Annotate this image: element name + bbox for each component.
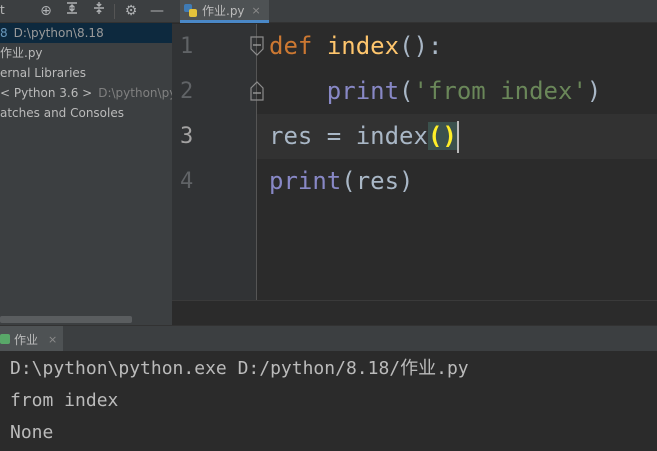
console-line: None bbox=[10, 422, 54, 443]
project-toolbar: t ⊕ ⚙ — bbox=[0, 0, 172, 23]
crosshair-icon[interactable]: ⊕ bbox=[37, 1, 55, 21]
run-console[interactable]: D:\python\python.exe D:/python/8.18/作业.p… bbox=[0, 351, 657, 451]
tree-item-label: ernal Libraries bbox=[0, 66, 87, 80]
line-number-current: 3 bbox=[180, 124, 194, 149]
code-editor[interactable]: 1 2 3 4 def index(): print('from index')… bbox=[172, 24, 657, 300]
editor-tab-label: 作业.py bbox=[202, 3, 245, 18]
run-tab-label: 作业 bbox=[14, 332, 39, 347]
code-line[interactable]: def index(): bbox=[269, 24, 442, 69]
fold-end-icon[interactable] bbox=[248, 81, 266, 101]
minimize-icon[interactable]: — bbox=[148, 1, 166, 21]
gear-icon[interactable]: ⚙ bbox=[122, 1, 140, 21]
code-token: (): bbox=[399, 32, 443, 60]
line-number: 4 bbox=[180, 169, 194, 194]
line-number: 2 bbox=[180, 79, 194, 104]
close-icon[interactable]: × bbox=[252, 4, 261, 17]
code-line[interactable]: print('from index') bbox=[269, 69, 602, 114]
collapse-all-icon[interactable] bbox=[63, 1, 81, 21]
tree-item-external-libraries[interactable]: ernal Libraries bbox=[0, 63, 172, 83]
code-line-current[interactable]: res = index() bbox=[269, 114, 459, 159]
editor-bottom-area bbox=[172, 300, 657, 325]
gutter-divider bbox=[256, 24, 257, 300]
run-tab[interactable]: 作业 × bbox=[0, 326, 64, 352]
tree-item-prefix: 8 bbox=[0, 26, 8, 40]
tree-item-scratches[interactable]: atches and Consoles bbox=[0, 103, 172, 123]
run-tool-window-header: 作业 × bbox=[0, 325, 657, 352]
code-token: () bbox=[427, 122, 457, 150]
tree-item-label: D:\python\8.18 bbox=[13, 26, 104, 40]
code-line[interactable]: print(res) bbox=[269, 159, 414, 204]
line-number: 1 bbox=[180, 34, 194, 59]
code-token: 'from index' bbox=[413, 77, 587, 105]
tree-item-file[interactable]: 作业.py bbox=[0, 43, 172, 63]
expand-all-icon[interactable] bbox=[90, 1, 108, 21]
run-config-icon bbox=[0, 334, 10, 344]
project-panel: t ⊕ ⚙ — 8 D:\python\8.18 作业.py ernal Libr… bbox=[0, 0, 172, 325]
editor-tab-bar: 作业.py × bbox=[172, 0, 657, 23]
project-horizontal-scrollbar[interactable] bbox=[0, 316, 132, 323]
project-view-selector[interactable]: t bbox=[0, 3, 5, 17]
close-icon[interactable]: × bbox=[48, 333, 57, 346]
tree-item-label: 作业.py bbox=[0, 46, 43, 60]
code-token: ) bbox=[586, 77, 602, 105]
code-token: print bbox=[269, 167, 342, 195]
tree-item-project-root[interactable]: 8 D:\python\8.18 bbox=[0, 23, 172, 43]
tree-item-label: atches and Consoles bbox=[0, 106, 124, 120]
fold-collapse-icon[interactable] bbox=[248, 36, 266, 56]
code-token: def bbox=[269, 32, 313, 60]
editor-tab-active[interactable]: 作业.py × bbox=[180, 0, 269, 23]
tree-item-path: D:\python\pyth bbox=[98, 86, 172, 100]
code-token: ( bbox=[399, 77, 414, 105]
tree-item-python-sdk[interactable]: < Python 3.6 > D:\python\pyth bbox=[0, 83, 172, 103]
code-token: print bbox=[326, 77, 400, 105]
tree-item-label: < Python 3.6 > bbox=[0, 86, 93, 100]
python-file-icon bbox=[184, 3, 197, 17]
code-token: res = index bbox=[269, 122, 428, 150]
code-token: (res) bbox=[341, 167, 414, 195]
console-line: from index bbox=[10, 390, 119, 411]
code-token: index bbox=[326, 32, 400, 60]
text-caret bbox=[456, 121, 459, 153]
console-line: D:\python\python.exe D:/python/8.18/作业.p… bbox=[10, 358, 469, 379]
toolbar-separator bbox=[114, 4, 115, 19]
